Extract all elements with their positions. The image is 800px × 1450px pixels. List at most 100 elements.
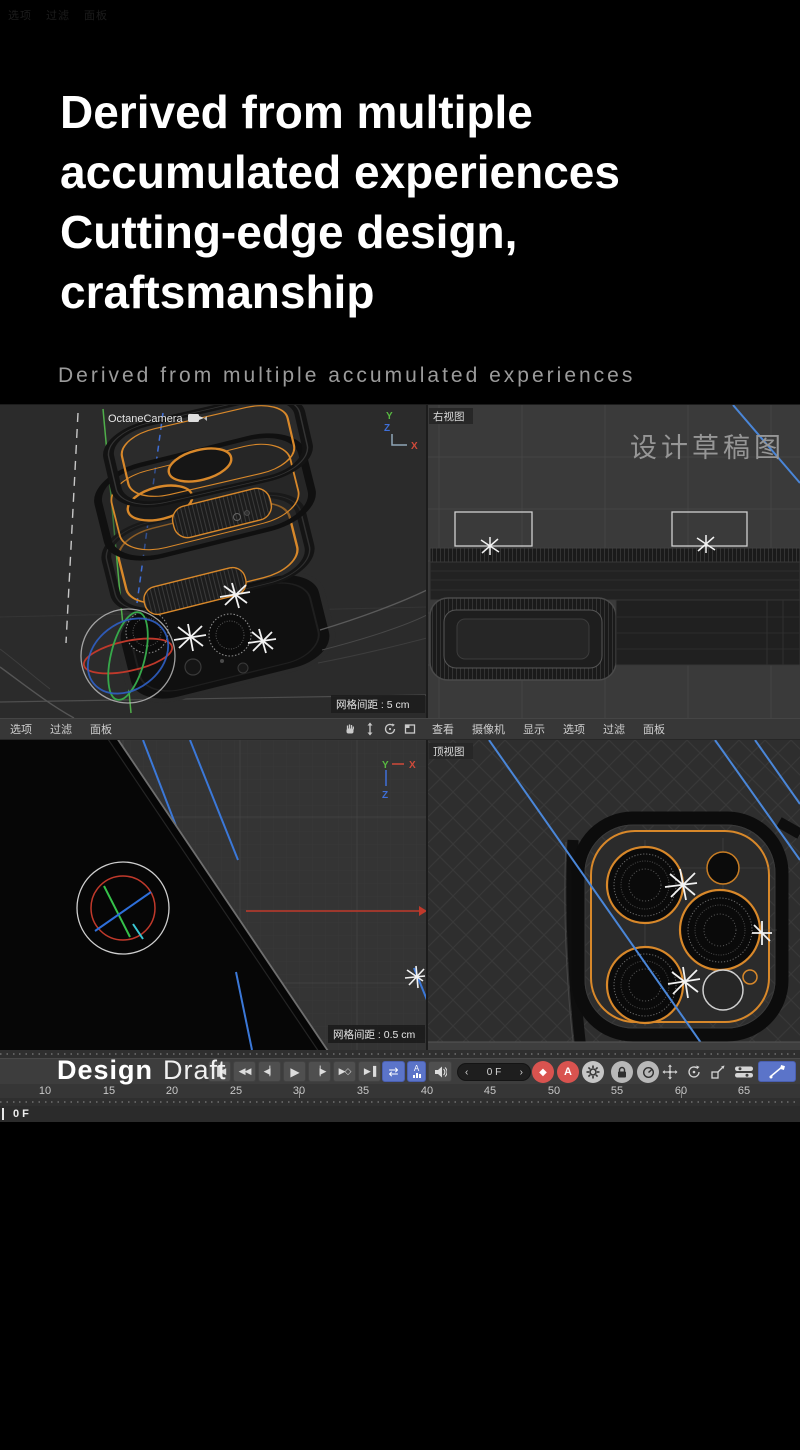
frame-decrement[interactable]: ‹ (465, 1067, 468, 1078)
grid-spacing-label: 网格间距 : 0.5 cm (328, 1025, 425, 1043)
top-menu-item: 面板 (84, 7, 108, 23)
svg-text:OctaneCamera: OctaneCamera (108, 413, 183, 425)
autokey-display-label: A (414, 1065, 419, 1073)
menu-item-display[interactable]: 显示 (523, 721, 545, 737)
viewport-front-view[interactable]: Y X Z 网格间距 : 0.5 cm (0, 740, 427, 1050)
next-frame-button[interactable]: ▕▶ (308, 1061, 331, 1082)
viewport-divider-horizontal (0, 404, 800, 405)
svg-text:网格间距 : 5 cm: 网格间距 : 5 cm (336, 698, 410, 711)
svg-text:网格间距 : 0.5 cm: 网格间距 : 0.5 cm (333, 1028, 416, 1041)
gear-icon (586, 1065, 600, 1079)
ruler-tick: 20 (166, 1085, 178, 1097)
svg-text:Y: Y (386, 411, 393, 422)
next-key-button[interactable]: ▶◇ (333, 1061, 356, 1082)
viewport-menubar-left: 选项 过滤 面板 (0, 718, 427, 740)
ruler-tick: 40 (421, 1085, 433, 1097)
lens-3 (607, 947, 683, 1023)
menu-item-options[interactable]: 选项 (563, 721, 585, 737)
svg-text:Y: Y (382, 760, 389, 771)
menu-item-camera[interactable]: 摄像机 (472, 721, 505, 737)
goto-end-button[interactable]: ▶▐ (358, 1061, 381, 1082)
current-frame-field[interactable]: ‹ 0 F › (457, 1063, 531, 1081)
transport-controls: ▐◀ ◀◀ ◀▏ ▶ ▕▶ ▶◇ ▶▐ (208, 1061, 381, 1082)
playhead-marker[interactable] (2, 1108, 4, 1120)
rotate-view-icon[interactable] (383, 722, 397, 736)
view-label: 顶视图 (429, 743, 473, 759)
ruler-tick-strip-bottom (0, 1098, 800, 1106)
lock-button[interactable] (611, 1061, 633, 1083)
hero-title-line: accumulated experiences (60, 142, 760, 202)
ruler-tick: 35 (357, 1085, 369, 1097)
page: 选项 过滤 面板 Derived from multiple accumulat… (0, 0, 800, 1450)
menu-item-filter[interactable]: 过滤 (50, 721, 72, 737)
bottom-edge-band (427, 1042, 800, 1050)
svg-text:Z: Z (384, 423, 390, 434)
move-icon (662, 1064, 678, 1080)
viewport-perspective[interactable]: Y Z X OctaneCamera 网格间距 : 5 cm (0, 405, 427, 718)
frame-increment[interactable]: › (520, 1067, 523, 1078)
grid-spacing-label: 网格间距 : 5 cm (331, 695, 425, 713)
lens-2 (680, 890, 760, 970)
scale-tool-button[interactable] (708, 1061, 728, 1082)
svg-text:X: X (411, 441, 418, 452)
solo-dial-button[interactable] (637, 1061, 659, 1083)
keyframe-settings-button[interactable] (582, 1061, 604, 1083)
frame-indicator-bar[interactable]: 0 F (0, 1106, 800, 1122)
watermark-text: 设计草稿图 (630, 433, 785, 463)
hero-title: Derived from multiple accumulated experi… (60, 82, 760, 322)
move-tool-button[interactable] (660, 1061, 680, 1082)
ruler-tick: 55 (611, 1085, 623, 1097)
prev-key-button[interactable]: ◀◀ (233, 1061, 256, 1082)
view-label: 右视图 (429, 408, 473, 424)
menu-item-panel[interactable]: 面板 (643, 721, 665, 737)
record-keyframe-button[interactable]: ◆ (532, 1061, 554, 1083)
viewport-menubar-right: 查看 摄像机 显示 选项 过滤 面板 (427, 718, 800, 740)
spline-pen-button[interactable] (758, 1061, 796, 1082)
ruler-tick: 50 (548, 1085, 560, 1097)
prev-frame-button[interactable]: ◀▏ (258, 1061, 281, 1082)
sliders-icon (734, 1064, 754, 1080)
coordinate-toggle-button[interactable] (732, 1061, 756, 1082)
menu-item-view[interactable]: 查看 (432, 721, 454, 737)
sound-button[interactable] (428, 1061, 452, 1082)
hero-title-line: craftsmanship (60, 262, 760, 322)
viewport-divider-vertical-bottom (426, 740, 428, 1050)
pen-line-icon (768, 1065, 786, 1079)
menu-item-panel[interactable]: 面板 (90, 721, 112, 737)
lidar-circle (703, 970, 743, 1010)
svg-text:右视图: 右视图 (433, 410, 465, 423)
autokeying-button[interactable]: A (557, 1061, 579, 1083)
menu-item-options[interactable]: 选项 (10, 721, 32, 737)
top-menu-item: 过滤 (46, 7, 70, 23)
hero-title-line: Cutting-edge design, (60, 202, 760, 262)
current-frame-label: 0 F (13, 1108, 29, 1120)
play-button[interactable]: ▶ (283, 1061, 306, 1082)
rotate-tool-button[interactable] (684, 1061, 704, 1082)
autokey-display-button[interactable]: A (407, 1061, 426, 1082)
dial-icon (642, 1066, 655, 1079)
bars-icon (413, 1073, 421, 1078)
top-menu: 选项 过滤 面板 (8, 7, 108, 23)
overlay-title-light: Draft (163, 1055, 227, 1085)
lock-icon (616, 1066, 628, 1079)
frame-value: 0 F (487, 1067, 501, 1078)
viewport-divider-vertical-top (426, 405, 428, 718)
maximize-viewport-icon[interactable] (403, 722, 417, 736)
pan-hand-icon[interactable] (343, 722, 357, 736)
menu-item-filter[interactable]: 过滤 (603, 721, 625, 737)
loop-playback-button[interactable]: ⇄ (382, 1061, 405, 1082)
ruler-tick: 45 (484, 1085, 496, 1097)
svg-text:顶视图: 顶视图 (433, 745, 465, 758)
speaker-icon (434, 1066, 447, 1078)
lens-1 (607, 847, 683, 923)
scale-icon (710, 1064, 726, 1080)
ruler-tick: 15 (103, 1085, 115, 1097)
viewport-right-view[interactable]: 右视图 设计草稿图 (427, 405, 800, 718)
dolly-zoom-icon[interactable] (363, 722, 377, 736)
ruler-tick: 25 (230, 1085, 242, 1097)
flash (707, 852, 739, 884)
svg-text:Z: Z (382, 790, 388, 801)
viewport-top-view[interactable]: 顶视图 (427, 740, 800, 1050)
rotate-icon (686, 1064, 702, 1080)
timeline-ruler[interactable]: 10 15 20 25 30 35 40 45 50 55 60 65 (0, 1084, 800, 1098)
